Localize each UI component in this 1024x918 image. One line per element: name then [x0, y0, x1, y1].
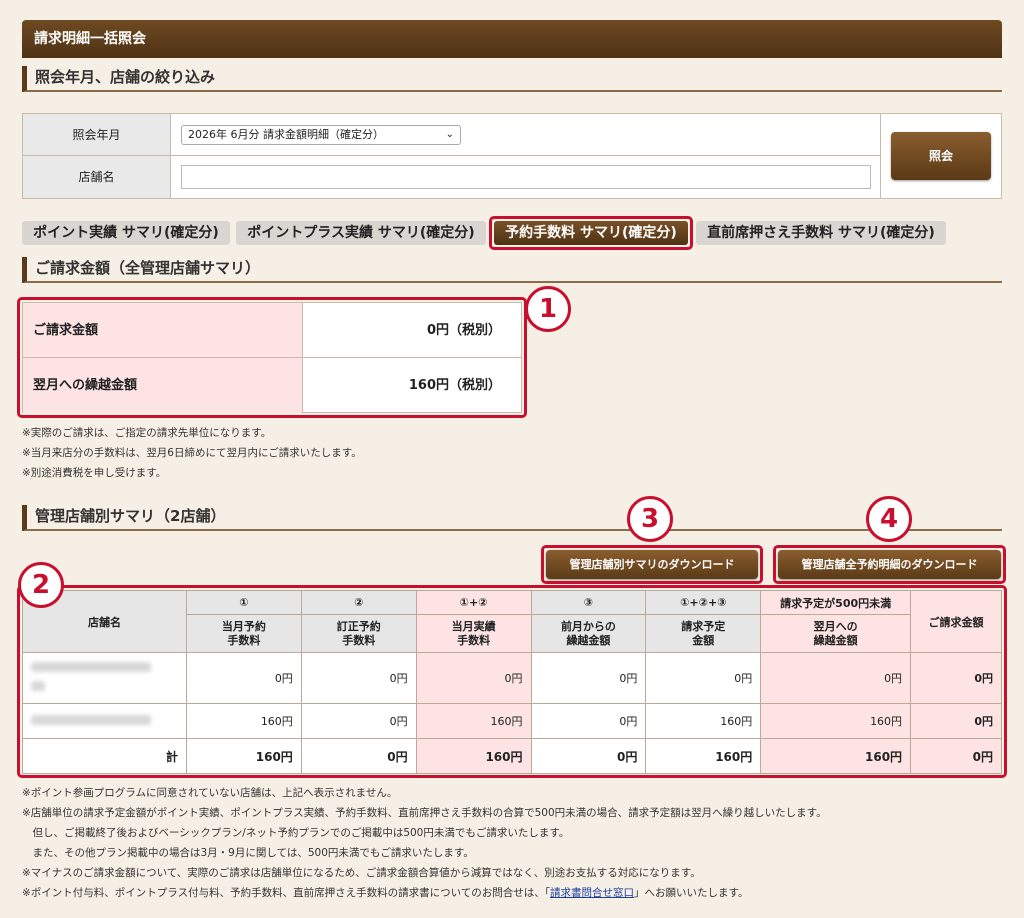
- billing-heading-text: ご請求金額（全管理店舗サマリ）: [35, 259, 261, 277]
- annotation-marker-1: 1: [525, 286, 571, 332]
- filter-heading: 照会年月、店舗の絞り込み: [22, 66, 1002, 92]
- footer-note: ※店舗単位の請求予定金額がポイント実績、ポイントプラス実績、予約手数料、直前席押…: [22, 807, 827, 819]
- billing-note: ※当月来店分の手数料は、翌月6日締めにて翌月内にご請求いたします。: [22, 447, 362, 459]
- highlight-frame-billing: [17, 297, 527, 418]
- contact-note: ※ポイント付与料、ポイントプラス付与料、予約手数料、直前席押さえ手数料の請求書に…: [22, 883, 748, 903]
- highlight-frame-store-table: [17, 585, 1007, 778]
- store-row: 店舗名: [23, 156, 881, 198]
- download-summary-button[interactable]: 管理店舗別サマリのダウンロード: [546, 550, 758, 579]
- chevron-down-icon: ⌄: [445, 129, 454, 140]
- tab-last-minute-fee-summary[interactable]: 直前席押さえ手数料 サマリ(確定分): [696, 221, 946, 245]
- filter-heading-text: 照会年月、店舗の絞り込み: [35, 68, 216, 86]
- store-label: 店舗名: [23, 156, 171, 198]
- footer-note: ※マイナスのご請求金額について、実際のご請求は店舗単位になるため、ご請求金額合算…: [22, 867, 701, 879]
- month-select-value: 2026年 6月分 請求金額明細（確定分）: [188, 128, 384, 141]
- billing-note: ※別途消費税を申し受けます。: [22, 467, 167, 479]
- month-select[interactable]: 2026年 6月分 請求金額明細（確定分） ⌄: [181, 125, 461, 145]
- tab-pointplus-summary[interactable]: ポイントプラス実績 サマリ(確定分): [236, 221, 486, 245]
- page-title-bar: 請求明細一括照会: [22, 20, 1002, 58]
- filter-form: 照会年月 2026年 6月分 請求金額明細（確定分） ⌄ 店舗名 照会: [22, 113, 1002, 199]
- contact-note-prefix: ※ポイント付与料、ポイントプラス付与料、予約手数料、直前席押さえ手数料の請求書に…: [22, 887, 551, 899]
- store-name-input[interactable]: [181, 165, 871, 189]
- page-title: 請求明細一括照会: [34, 31, 146, 47]
- tab-point-summary[interactable]: ポイント実績 サマリ(確定分): [22, 221, 230, 245]
- annotation-marker-3: 3: [627, 496, 673, 542]
- annotation-marker-2: 2: [18, 562, 64, 608]
- footer-note: 但し、ご掲載終了後およびベーシックプラン/ネット予約プランでのご掲載中は500円…: [22, 827, 570, 839]
- tab-reservation-fee-summary[interactable]: 予約手数料 サマリ(確定分): [494, 221, 688, 245]
- billing-inquiry-link[interactable]: 請求書問合せ窓口: [550, 887, 634, 899]
- divider: [880, 114, 881, 198]
- month-label: 照会年月: [23, 114, 171, 155]
- annotation-marker-4: 4: [866, 496, 912, 542]
- search-button[interactable]: 照会: [891, 132, 991, 180]
- footer-note: ※ポイント参画プログラムに同意されていない店舗は、上記へ表示されません。: [22, 787, 398, 799]
- billing-heading: ご請求金額（全管理店舗サマリ）: [22, 257, 1002, 283]
- contact-note-suffix: 」へお願いいたします。: [634, 887, 749, 899]
- footer-note: また、その他プラン掲載中の場合は3月・9月に関しては、500円未満でもご請求いた…: [22, 847, 474, 859]
- stores-heading: 管理店舗別サマリ（2店舗）: [22, 505, 1002, 531]
- stores-heading-text: 管理店舗別サマリ（2店舗）: [35, 507, 226, 525]
- billing-note: ※実際のご請求は、ご指定の請求先単位になります。: [22, 427, 272, 439]
- month-row: 照会年月 2026年 6月分 請求金額明細（確定分） ⌄: [23, 114, 881, 156]
- download-detail-button[interactable]: 管理店舗全予約明細のダウンロード: [778, 550, 1001, 579]
